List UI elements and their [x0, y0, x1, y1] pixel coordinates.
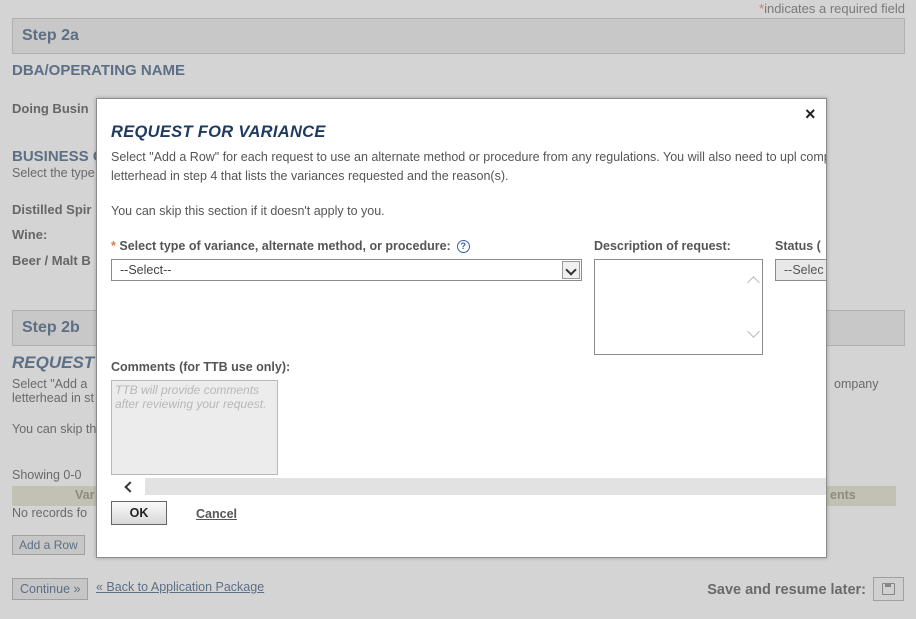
no-records-text: No records fo	[12, 506, 88, 520]
scroll-up-icon[interactable]	[747, 276, 760, 289]
chevron-down-icon	[562, 261, 580, 279]
table-col-comments: ents	[830, 488, 856, 502]
status-label: Status (	[775, 239, 821, 253]
step-2a-header: Step 2a	[12, 18, 905, 54]
dialog-description: Select "Add a Row" for each request to u…	[111, 150, 827, 183]
doing-business-label: Doing Busin	[12, 101, 89, 116]
request-desc-line2: letterhead in st	[12, 391, 94, 405]
close-icon[interactable]: ×	[805, 104, 816, 125]
floppy-disk-icon	[882, 583, 895, 595]
beer-label: Beer / Malt B	[12, 253, 91, 268]
request-heading: REQUEST	[12, 353, 95, 372]
business-subtext: Select the type	[12, 166, 95, 180]
variance-type-select[interactable]: --Select--	[111, 259, 582, 281]
scroll-left-icon[interactable]	[111, 478, 145, 495]
save-later-label: Save and resume later:	[707, 582, 866, 598]
wine-label: Wine:	[12, 227, 48, 242]
skip-text: You can skip th	[12, 422, 97, 436]
variance-type-label: * Select type of variance, alternate met…	[111, 239, 470, 253]
table-col-var: Var	[75, 488, 95, 502]
continue-button[interactable]: Continue »	[12, 578, 89, 600]
description-textarea[interactable]	[594, 259, 763, 355]
description-label: Description of request:	[594, 239, 731, 253]
scroll-down-icon[interactable]	[747, 325, 760, 338]
dba-heading: DBA/OPERATING NAME	[12, 62, 186, 79]
showing-count: Showing 0-0	[12, 468, 82, 482]
business-heading: BUSINESS C	[12, 148, 104, 165]
request-desc-right: ompany	[834, 377, 879, 391]
back-to-application-link[interactable]: « Back to Application Package	[96, 580, 264, 594]
status-select[interactable]: --Selec	[775, 259, 826, 281]
required-field-note: *indicates a required field	[759, 1, 905, 16]
dialog-title: REQUEST FOR VARIANCE	[111, 123, 326, 141]
help-icon[interactable]: ?	[456, 240, 470, 253]
cancel-link[interactable]: Cancel	[196, 507, 237, 521]
horizontal-scrollbar[interactable]	[111, 478, 826, 495]
add-row-button[interactable]: Add a Row	[12, 535, 85, 555]
comments-label: Comments (for TTB use only):	[111, 360, 291, 374]
request-desc-line1: Select "Add a	[12, 377, 88, 391]
skip-note: You can skip this section if it doesn't …	[111, 204, 385, 218]
save-icon-button[interactable]	[873, 577, 904, 601]
ok-button[interactable]: OK	[111, 501, 167, 525]
request-variance-dialog: × REQUEST FOR VARIANCE Select "Add a Row…	[96, 98, 827, 558]
comments-textarea: TTB will provide comments after reviewin…	[111, 380, 278, 475]
distilled-label: Distilled Spir	[12, 202, 92, 217]
